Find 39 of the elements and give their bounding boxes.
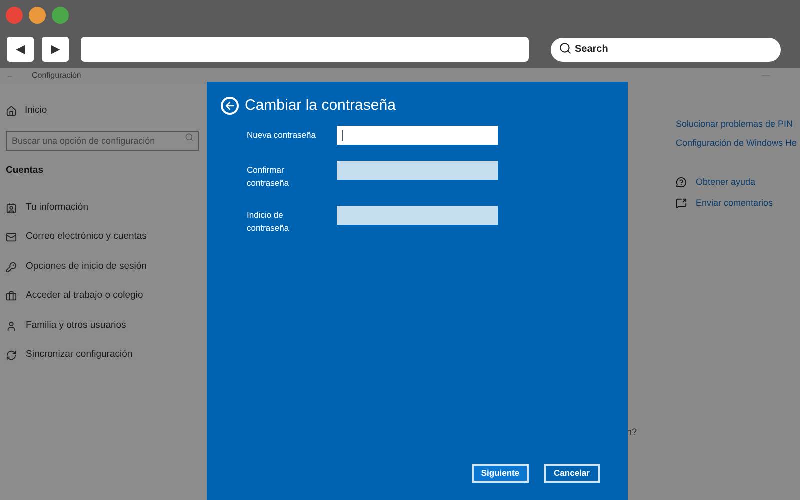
- sidebar-item[interactable]: Sincronizar configuración: [26, 348, 133, 363]
- settings-search-field[interactable]: Buscar una opción de configuración: [6, 131, 199, 151]
- field-label: Confirmar contraseña: [247, 164, 290, 190]
- forward-button[interactable]: ▶: [42, 36, 69, 62]
- related-link[interactable]: Configuración de Windows He: [676, 136, 800, 150]
- cancel-button[interactable]: Cancelar: [544, 464, 600, 483]
- sidebar-item[interactable]: Acceder al trabajo o colegio: [26, 289, 144, 304]
- sidebar-item[interactable]: Opciones de inicio de sesión: [26, 260, 147, 274]
- sync-icon: [6, 350, 17, 361]
- sidebar-item[interactable]: Familia y otros usuarios: [26, 318, 126, 334]
- sidebar-item[interactable]: Tu información: [26, 200, 88, 216]
- key-icon: [6, 262, 17, 272]
- briefcase-icon: [6, 291, 17, 302]
- mail-icon: [6, 232, 17, 243]
- feedback-icon: [676, 198, 687, 209]
- help-chat-icon: [676, 177, 687, 188]
- back-button[interactable]: ◀: [7, 36, 34, 62]
- next-button[interactable]: Siguiente: [472, 464, 529, 483]
- search-icon: [185, 133, 194, 142]
- password-field[interactable]: [337, 160, 498, 180]
- field-label: Indicio de contraseña: [247, 208, 290, 234]
- contact-card-icon: [6, 202, 17, 214]
- help-link[interactable]: Obtener ayuda: [696, 176, 756, 190]
- field-label: Nueva contraseña: [247, 128, 317, 142]
- text-caret: [342, 130, 343, 140]
- sidebar-item[interactable]: Correo electrónico y cuentas: [26, 230, 147, 245]
- person-icon: [6, 320, 17, 332]
- help-link[interactable]: Enviar comentarios: [696, 196, 774, 210]
- dialog-title: Cambiar la contraseña: [245, 96, 396, 116]
- search-field[interactable]: Search: [551, 38, 781, 62]
- related-link[interactable]: Solucionar problemas de PIN: [676, 118, 800, 132]
- search-icon: [559, 42, 572, 56]
- address-field[interactable]: [81, 36, 529, 62]
- password-field[interactable]: [337, 206, 498, 224]
- password-field[interactable]: [337, 126, 498, 144]
- window-title: Configuración: [32, 70, 82, 82]
- home-link[interactable]: Inicio: [25, 104, 48, 118]
- section-heading: Cuentas: [5, 164, 44, 178]
- home-icon: [6, 106, 17, 116]
